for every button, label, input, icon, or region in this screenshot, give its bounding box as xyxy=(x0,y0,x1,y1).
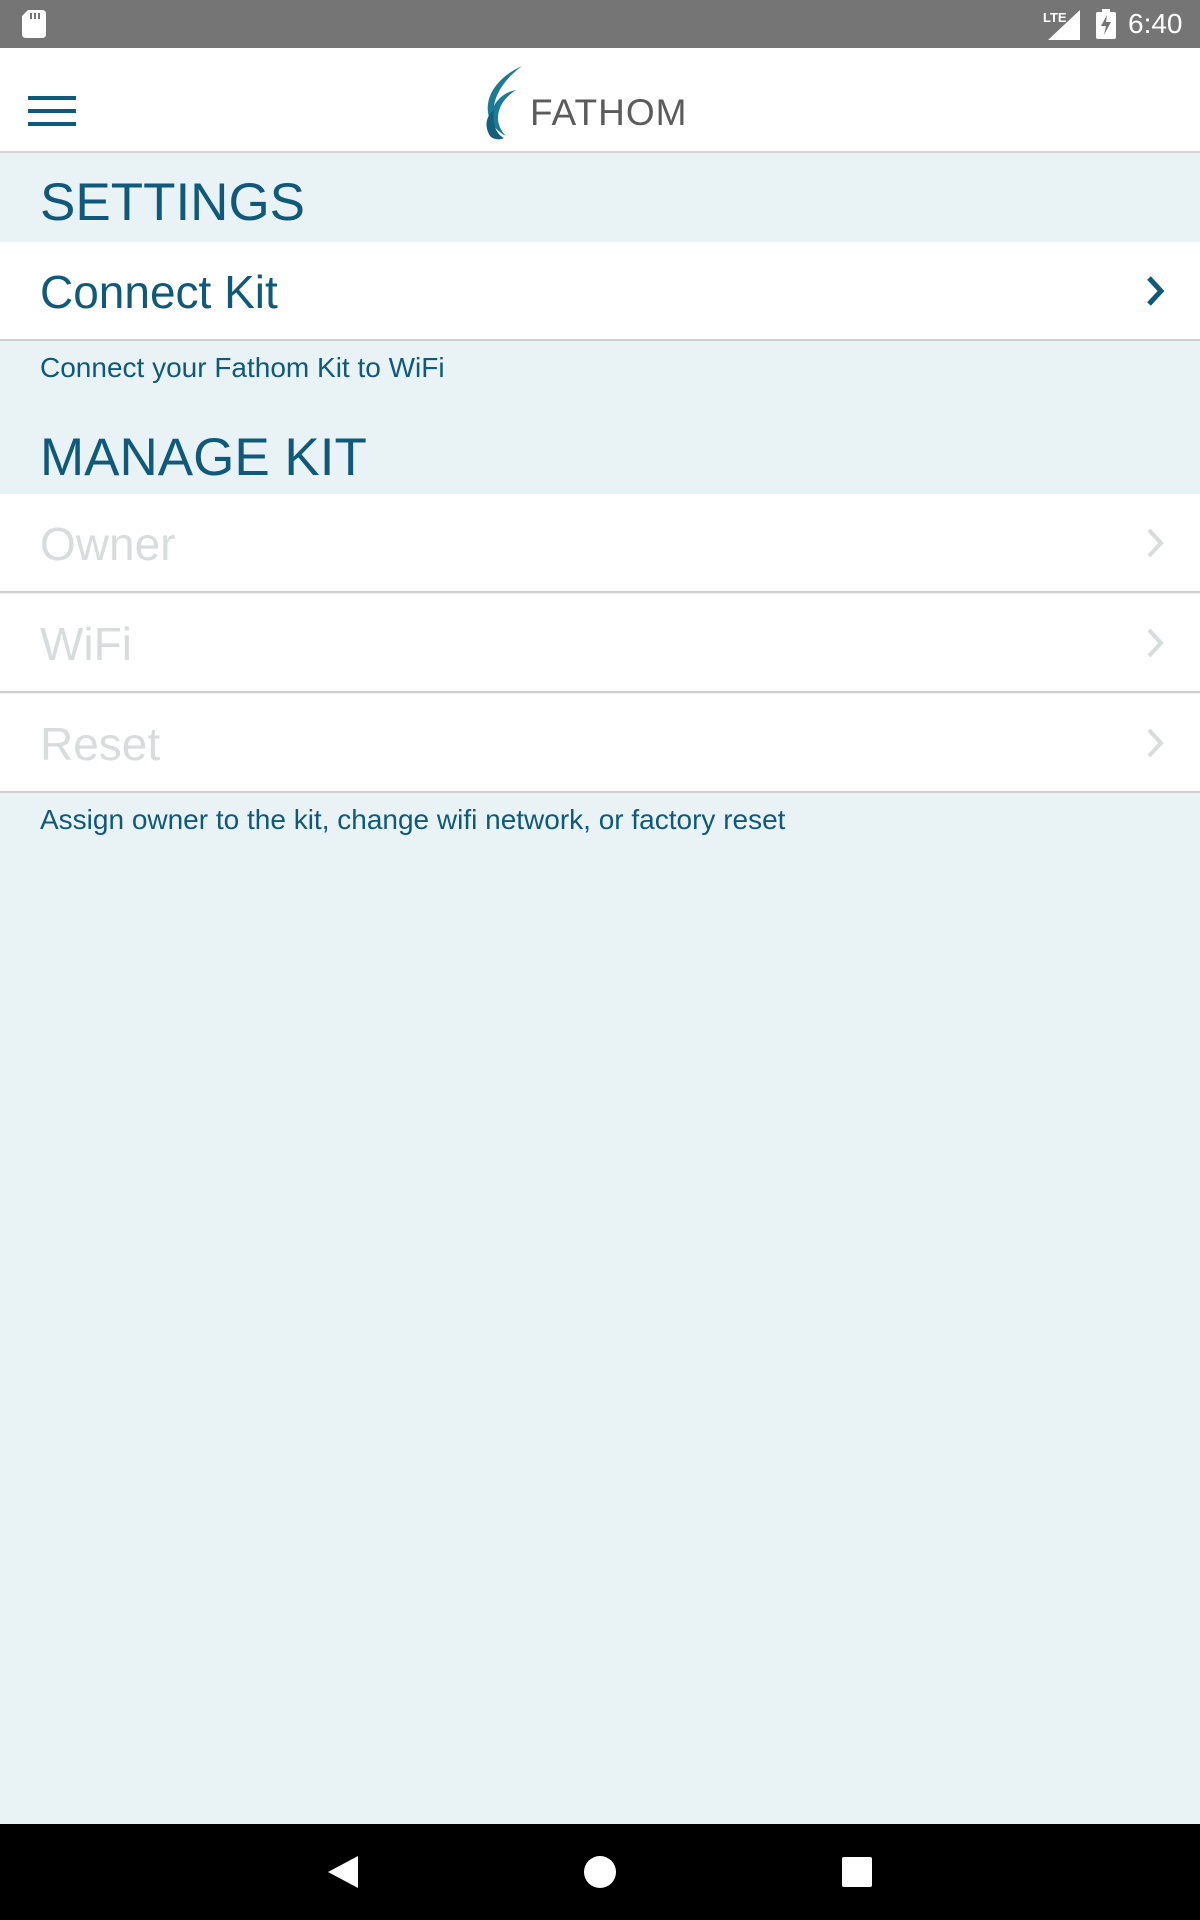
settings-section-header: SETTINGS xyxy=(0,155,1200,242)
navigation-bar xyxy=(0,1824,1200,1920)
manage-kit-section-title: MANAGE KIT xyxy=(40,428,367,487)
manage-kit-section-header: MANAGE KIT xyxy=(0,408,1200,494)
signal-strength-icon xyxy=(1048,10,1080,40)
fathom-logo-mark-icon xyxy=(486,66,522,140)
wifi-label: WiFi xyxy=(40,618,132,670)
chevron-right-icon xyxy=(1147,528,1164,558)
reset-label: Reset xyxy=(40,718,161,770)
battery-charging-icon xyxy=(1096,9,1116,39)
logo-text: FATHOM xyxy=(530,92,688,133)
recents-square-icon[interactable] xyxy=(840,1854,874,1890)
hamburger-menu-icon[interactable] xyxy=(28,96,76,128)
back-triangle-icon[interactable] xyxy=(326,1854,360,1890)
chevron-right-icon xyxy=(1147,628,1164,658)
settings-section-title: SETTINGS xyxy=(40,173,306,232)
app-header: FATHOM xyxy=(0,48,1200,153)
connect-kit-label: Connect Kit xyxy=(40,266,278,318)
chevron-right-icon xyxy=(1147,728,1164,758)
connect-kit-row[interactable]: Connect Kit xyxy=(0,242,1200,341)
owner-label: Owner xyxy=(40,518,176,570)
wifi-row[interactable]: WiFi xyxy=(0,594,1200,693)
owner-row[interactable]: Owner xyxy=(0,494,1200,593)
sd-card-icon xyxy=(22,10,46,38)
status-clock: 6:40 xyxy=(1128,8,1183,39)
home-circle-icon[interactable] xyxy=(583,1854,617,1890)
status-bar: LTE 6:40 xyxy=(0,0,1200,48)
chevron-right-icon xyxy=(1147,276,1165,306)
reset-row[interactable]: Reset xyxy=(0,694,1200,793)
fathom-logo: FATHOM xyxy=(476,64,687,140)
manage-kit-caption: Assign owner to the kit, change wifi net… xyxy=(40,804,786,835)
settings-caption: Connect your Fathom Kit to WiFi xyxy=(40,352,445,383)
